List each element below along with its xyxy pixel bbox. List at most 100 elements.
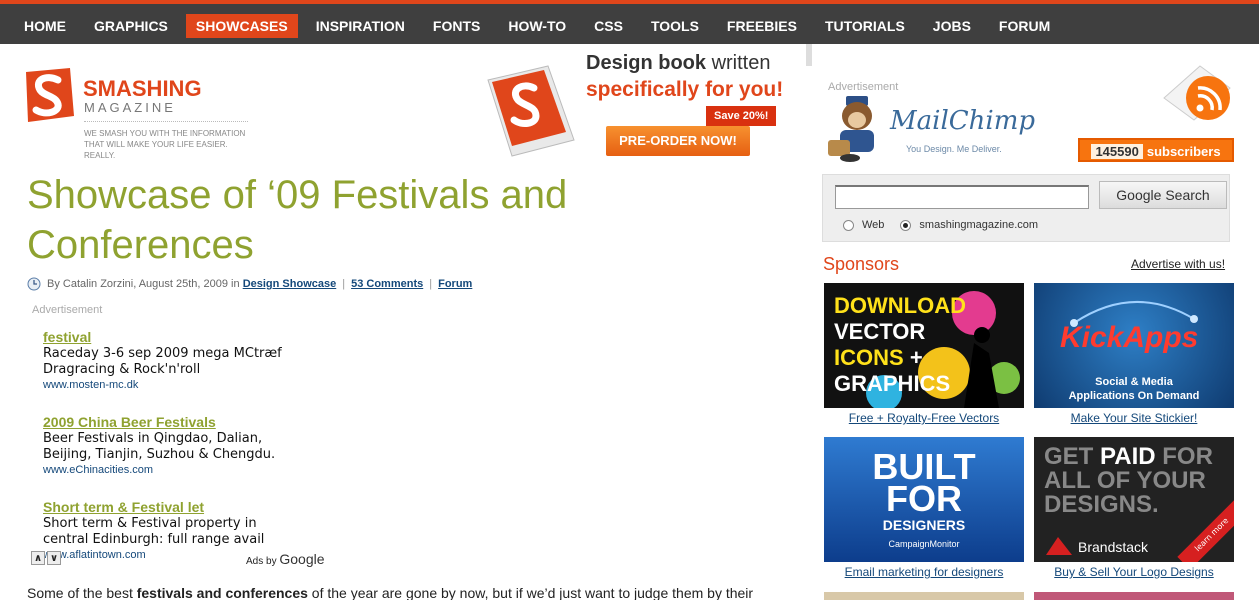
sponsor-kickapps[interactable]: KickApps Social & Media Applications On …	[1034, 283, 1234, 425]
ad-title-link[interactable]: Short term & Festival let	[43, 498, 333, 516]
vector-ad-line-3: ICONS +	[834, 345, 966, 371]
web-radio-label: Web	[862, 219, 885, 231]
ad-title-link[interactable]: festival	[43, 328, 333, 346]
ad-url[interactable]: www.eChinacities.com	[43, 463, 333, 477]
subscriber-label: subscribers	[1146, 144, 1221, 159]
text-ads: festival Raceday 3-6 sep 2009 mega MCtræ…	[43, 328, 333, 583]
kickapps-tagline-line: Social & Media	[1095, 376, 1173, 388]
subscriber-count-badge[interactable]: 145590 subscribers	[1078, 138, 1234, 162]
nav-tools[interactable]: Tools	[641, 14, 709, 38]
search-scope-options: Web smashingmagazine.com	[843, 219, 1054, 231]
sponsor-image-partial[interactable]	[824, 592, 1024, 600]
main-nav: Home Graphics Showcases Inspiration Font…	[14, 14, 1068, 38]
rss-subscribe[interactable]: 145590 subscribers	[1078, 58, 1234, 164]
search-input[interactable]	[835, 185, 1089, 209]
banner-headline: Design book written	[586, 52, 770, 75]
nav-jobs[interactable]: Jobs	[923, 14, 981, 38]
vector-ad-text: DOWNLOAD VECTOR ICONS + GRAPHICS	[834, 293, 966, 397]
vector-ad-word: ICONS	[834, 345, 904, 370]
meta-separator: |	[342, 278, 346, 290]
nav-showcases[interactable]: Showcases	[185, 14, 298, 38]
brandstack-word: FOR	[1162, 443, 1213, 470]
intro-bold: festivals and conferences	[136, 585, 308, 600]
sponsor-caption-link[interactable]: Free + Royalty-Free Vectors	[824, 411, 1024, 425]
nav-css[interactable]: CSS	[584, 14, 633, 38]
sponsor-brandstack[interactable]: GET PAID FOR ALL OF YOUR DESIGNS. Brands…	[1034, 437, 1234, 579]
nav-forum[interactable]: Forum	[989, 14, 1060, 38]
brandstack-logo-icon	[1046, 537, 1072, 555]
web-radio[interactable]	[843, 219, 854, 231]
category-link[interactable]: Design Showcase	[243, 278, 337, 290]
nav-tutorials[interactable]: Tutorials	[815, 14, 915, 38]
google-search-button[interactable]: Google Search	[1099, 181, 1227, 209]
built-line: FOR	[886, 478, 962, 519]
sponsors-heading: Sponsors	[823, 254, 900, 274]
kickapps-tagline-line: Applications On Demand	[1068, 390, 1200, 402]
site-radio[interactable]	[900, 219, 912, 231]
ad-navigation: ∧ ∨	[31, 551, 63, 565]
intro-start: Some of the best	[27, 585, 137, 600]
sponsor-vectors[interactable]: DOWNLOAD VECTOR ICONS + GRAPHICS Free + …	[824, 283, 1024, 425]
ad-line: Raceday 3-6 sep 2009 mega MCtræf	[43, 346, 282, 361]
nav-how-to[interactable]: How-To	[498, 14, 576, 38]
site-logo[interactable]: SMASHING MAGAZINE We smash you with the …	[18, 66, 258, 160]
save-badge: Save 20%!	[706, 106, 777, 126]
comments-link[interactable]: 53 Comments	[351, 278, 423, 290]
logo-name: SMASHING	[83, 76, 202, 101]
book-banner-ad[interactable]: Design book written specifically for you…	[478, 52, 788, 160]
sponsor-vectors-image[interactable]: DOWNLOAD VECTOR ICONS + GRAPHICS	[824, 283, 1024, 408]
text-ad: 2009 China Beer Festivals Beer Festivals…	[43, 413, 333, 477]
sponsor-image-partial[interactable]	[1034, 592, 1234, 600]
intro-end: of the year are gone by now, but if we’d…	[307, 585, 754, 600]
ad-line: Dragracing & Rock'n'roll	[43, 362, 201, 377]
sponsor-campaign-monitor[interactable]: BUILT FOR DESIGNERS CampaignMonitor Emai…	[824, 437, 1024, 579]
ad-title-link[interactable]: 2009 China Beer Festivals	[43, 413, 333, 431]
nav-fonts[interactable]: Fonts	[423, 14, 490, 38]
advertise-link[interactable]: Advertise with us!	[1131, 257, 1225, 271]
nav-home[interactable]: Home	[14, 14, 76, 38]
brandstack-name: Brandstack	[1078, 539, 1149, 555]
sponsor-campaign-monitor-image[interactable]: BUILT FOR DESIGNERS CampaignMonitor	[824, 437, 1024, 562]
sponsor-caption-link[interactable]: Buy & Sell Your Logo Designs	[1034, 565, 1234, 579]
site-radio-label: smashingmagazine.com	[919, 219, 1039, 231]
sponsor-caption-link[interactable]: Make Your Site Stickier!	[1034, 411, 1234, 425]
vector-ad-plus: +	[909, 345, 923, 370]
logo-divider	[84, 121, 248, 122]
google-wordmark: Google	[279, 551, 325, 567]
banner-headline-rest: written	[706, 52, 771, 74]
sponsor-caption-link[interactable]: Email marketing for designers	[824, 565, 1024, 579]
smashing-s-logo-icon	[26, 68, 74, 122]
monkey-mascot-icon	[828, 96, 874, 162]
google-search-box: Google Search Web smashingmagazine.com	[822, 174, 1230, 242]
banner-subheadline: specifically for you!	[586, 78, 784, 101]
subscriber-count: 145590	[1091, 144, 1143, 159]
ad-url[interactable]: www.mosten-mc.dk	[43, 378, 333, 392]
ad-line: Short term & Festival property in	[43, 516, 257, 531]
sponsor-brandstack-image[interactable]: GET PAID FOR ALL OF YOUR DESIGNS. Brands…	[1034, 437, 1234, 562]
text-ad: festival Raceday 3-6 sep 2009 mega MCtræ…	[43, 328, 333, 392]
brandstack-line: DESIGNS.	[1044, 491, 1159, 518]
article-title: Showcase of ‘09 Festivals and Conference…	[27, 173, 568, 267]
brandstack-word: GET	[1044, 443, 1094, 470]
pre-order-button[interactable]: PRE-ORDER NOW!	[606, 126, 750, 156]
built-designers: DESIGNERS	[882, 517, 966, 533]
mailchimp-logo-text: MailChimp	[890, 106, 1036, 136]
nav-freebies[interactable]: Freebies	[717, 14, 807, 38]
ad-prev-button[interactable]: ∧	[31, 551, 45, 565]
sponsor-kickapps-image[interactable]: KickApps Social & Media Applications On …	[1034, 283, 1234, 408]
clock-icon	[27, 277, 41, 291]
forum-link[interactable]: Forum	[438, 278, 472, 290]
ad-line: Beijing, Tianjin, Suzhou & Chengdu.	[43, 447, 276, 462]
top-navigation-bar: Home Graphics Showcases Inspiration Font…	[0, 0, 1259, 44]
ads-by-google[interactable]: Ads by Google	[246, 551, 325, 567]
built-for-headline: BUILT FOR	[824, 449, 1024, 519]
ad-line: central Edinburgh: full range avail	[43, 532, 265, 547]
kickapps-tagline: Social & Media Applications On Demand	[1034, 375, 1234, 403]
ad-next-button[interactable]: ∨	[47, 551, 61, 565]
nav-inspiration[interactable]: Inspiration	[306, 14, 415, 38]
nav-graphics[interactable]: Graphics	[84, 14, 178, 38]
mailchimp-ad[interactable]: MailChimp You Design. Me Deliver.	[824, 92, 1044, 164]
article-intro: Some of the best festivals and conferenc…	[27, 585, 807, 600]
vector-ad-line: GRAPHICS	[834, 371, 951, 396]
brandstack-headline: GET PAID FOR ALL OF YOUR DESIGNS.	[1044, 445, 1213, 517]
